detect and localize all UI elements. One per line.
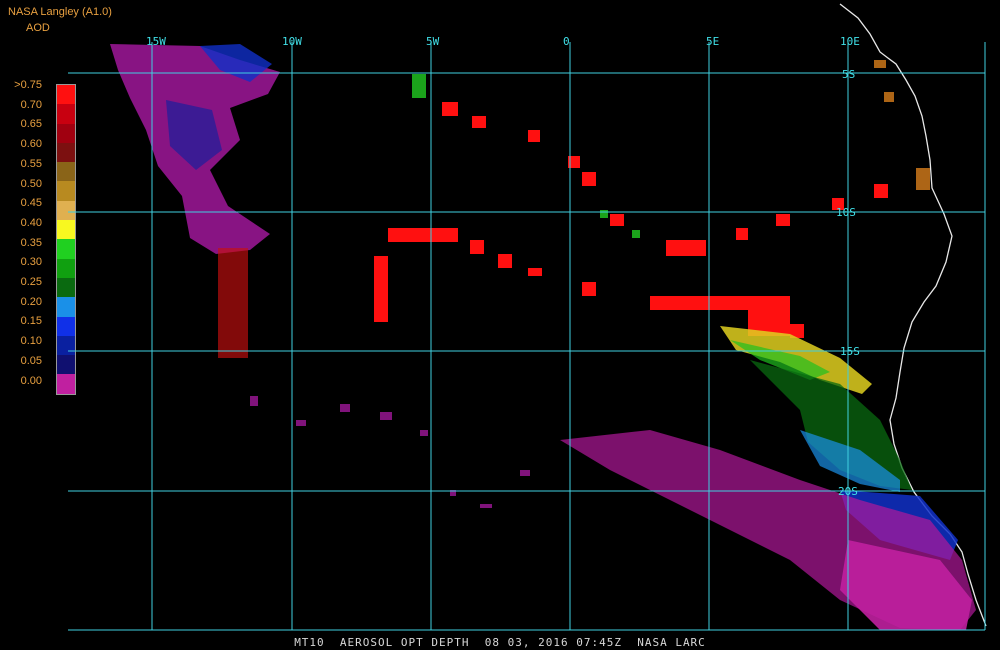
aerosol-map: 15W 10W 5W 0 5E 10E 5S 10S 15S 20S	[68, 3, 987, 631]
lat-label: 20S	[838, 485, 858, 498]
lat-label: 15S	[840, 345, 860, 358]
footer-caption: MT10 AEROSOL OPT DEPTH 08 03, 2016 07:45…	[294, 636, 706, 649]
lat-label: 10S	[836, 206, 856, 219]
lon-label: 0	[563, 35, 570, 48]
lon-label: 15W	[146, 35, 166, 48]
lon-label: 10W	[282, 35, 302, 48]
lon-label: 5W	[426, 35, 440, 48]
lon-label: 5E	[706, 35, 719, 48]
aerosol-plumes	[110, 44, 976, 630]
longitude-labels: 15W 10W 5W 0 5E 10E	[146, 35, 860, 48]
lat-label: 5S	[842, 68, 855, 81]
lon-label: 10E	[840, 35, 860, 48]
